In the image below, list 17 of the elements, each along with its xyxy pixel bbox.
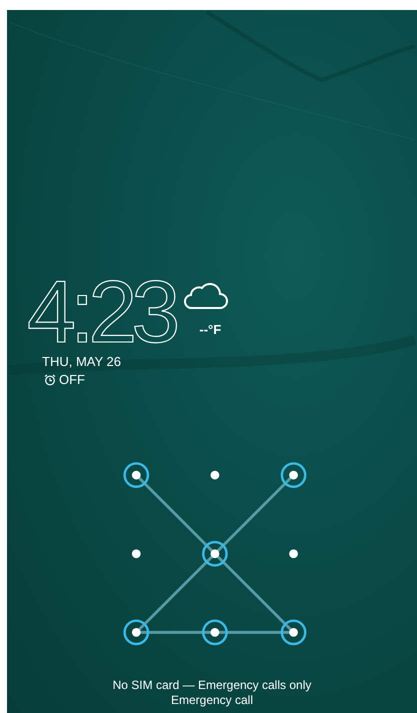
emergency-call-button[interactable]: Emergency call	[170, 693, 254, 707]
clock-time: 4:23	[27, 268, 174, 356]
alarm-clock-icon	[44, 374, 56, 386]
pattern-dot[interactable]	[123, 462, 150, 488]
cloud-icon	[182, 280, 228, 310]
pattern-dot[interactable]	[202, 540, 228, 567]
alarm-status: OFF	[59, 372, 85, 387]
date: THU, MAY 26	[42, 354, 122, 369]
pattern-dot[interactable]	[123, 620, 150, 646]
temperature: --°F	[199, 322, 222, 337]
pattern-dot[interactable]	[132, 549, 141, 558]
pattern-dot[interactable]	[202, 620, 228, 646]
pattern-dot[interactable]	[289, 549, 298, 558]
pattern-dot[interactable]	[280, 620, 306, 646]
pattern-dot[interactable]	[210, 470, 220, 480]
sim-status-message: No SIM card — Emergency calls only	[112, 678, 312, 692]
pattern-dot[interactable]	[280, 462, 306, 488]
